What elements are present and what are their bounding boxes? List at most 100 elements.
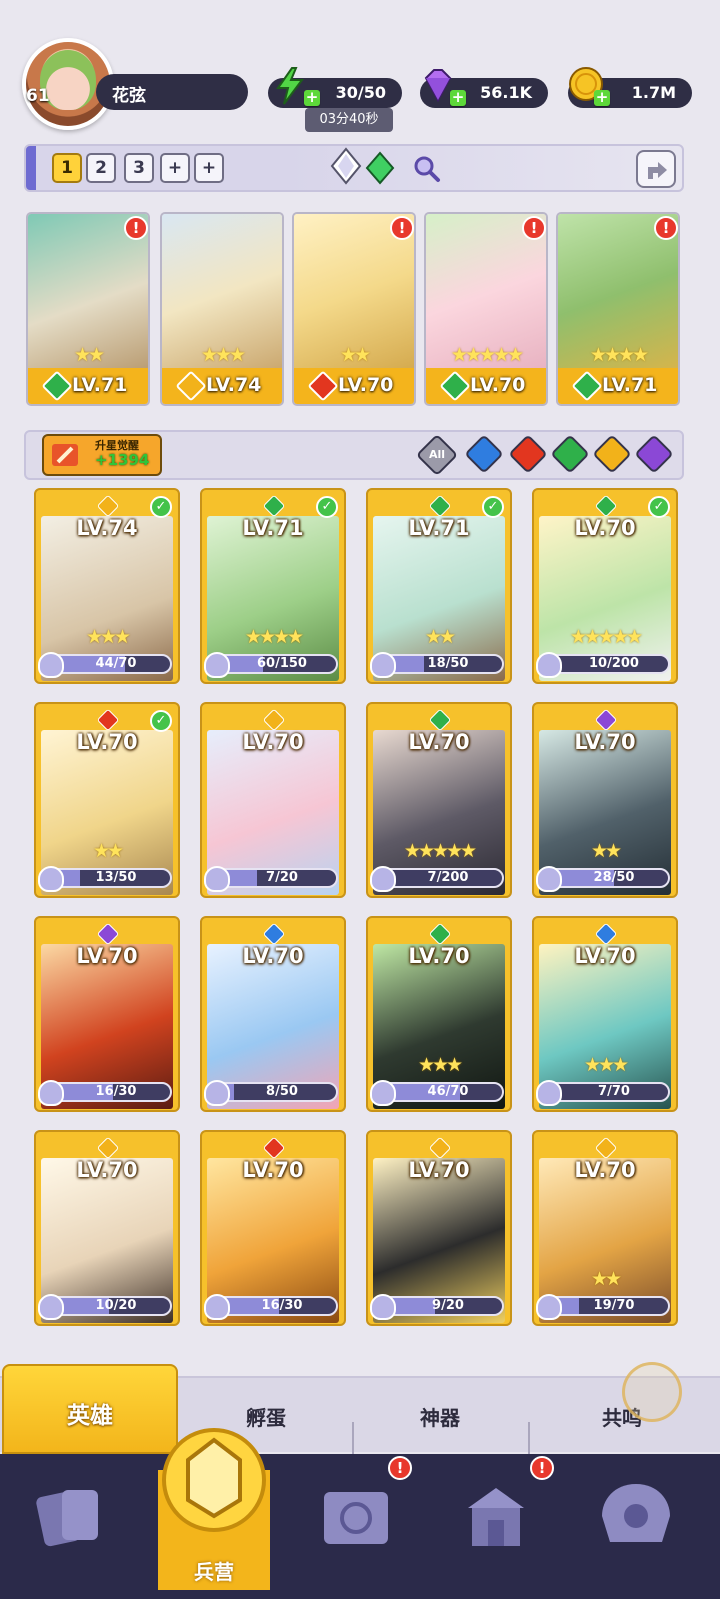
hero-stars: ★★★ — [417, 1054, 463, 1076]
hero-stars: ★★★★★ — [403, 840, 477, 862]
hero-shard-icon — [38, 652, 64, 678]
add-gems-button[interactable]: + — [450, 90, 466, 106]
team-slot-1[interactable]: 1 — [52, 153, 82, 183]
shard-progress-bar: 28/50 — [544, 868, 670, 888]
hero-shard-icon — [370, 652, 396, 678]
hero-shard-icon — [370, 1080, 396, 1106]
hero-card[interactable]: LV.70 ★★ 28/50 — [532, 702, 678, 898]
add-energy-button[interactable]: + — [304, 90, 320, 106]
hero-card[interactable]: LV.70 7/20 — [200, 702, 346, 898]
shard-progress-text: 7/70 — [598, 1084, 630, 1099]
hero-shard-icon — [536, 1080, 562, 1106]
fire-element-icon — [96, 708, 120, 732]
alert-badge: ! — [530, 1456, 554, 1480]
team-hero-card[interactable]: ★★★★ LV.71 — [556, 212, 680, 406]
shard-progress-bar: 9/20 — [378, 1296, 504, 1316]
shard-progress-text: 8/50 — [266, 1084, 298, 1099]
shard-progress-text: 10/200 — [589, 656, 639, 671]
hero-level: LV.74 — [76, 516, 138, 540]
shard-progress-bar: 13/50 — [46, 868, 172, 888]
hero-level: LV.70 — [76, 1158, 138, 1182]
nature-element-icon — [594, 494, 618, 518]
hero-shard-icon — [204, 866, 230, 892]
checkmark-icon: ✓ — [316, 496, 338, 518]
hero-card[interactable]: LV.70 ★★★ 46/70 — [366, 916, 512, 1112]
shard-progress-bar: 60/150 — [212, 654, 338, 674]
team-hero-card[interactable]: ★★★ LV.74 — [160, 212, 284, 406]
player-name[interactable]: 花弦 — [96, 74, 248, 110]
hero-stars: ★★ — [590, 1268, 622, 1290]
hero-card[interactable]: ✓ LV.74 ★★★ 44/70 — [34, 488, 180, 684]
shard-progress-text: 16/30 — [261, 1298, 303, 1313]
add-gold-button[interactable]: + — [594, 90, 610, 106]
team-slot-2[interactable]: 2 — [86, 153, 116, 183]
checkmark-icon: ✓ — [150, 710, 172, 732]
hero-level: LV.70 — [76, 944, 138, 968]
team-slot-add-1[interactable]: + — [160, 153, 190, 183]
light-element-icon — [594, 1136, 618, 1160]
floating-assist-button[interactable] — [622, 1362, 682, 1422]
gold-value: 1.7M — [631, 83, 676, 102]
shard-progress-text: 9/20 — [432, 1298, 464, 1313]
shard-progress-bar: 7/200 — [378, 868, 504, 888]
hero-card[interactable]: ✓ LV.71 ★★★★ 60/150 — [200, 488, 346, 684]
dark-element-icon — [594, 708, 618, 732]
shard-progress-text: 44/70 — [95, 656, 137, 671]
shard-progress-text: 10/20 — [95, 1298, 137, 1313]
energy-timer: 03分40秒 — [305, 108, 393, 132]
hero-card[interactable]: ✓ LV.70 ★★★★★ 10/200 — [532, 488, 678, 684]
team-slot-add-2[interactable]: + — [194, 153, 224, 183]
light-element-icon — [428, 1136, 452, 1160]
emerald-icon[interactable] — [362, 150, 398, 186]
hero-shard-icon — [38, 1294, 64, 1320]
shard-progress-bar: 18/50 — [378, 654, 504, 674]
hero-card[interactable]: LV.70 16/30 — [200, 1130, 346, 1326]
light-element-icon — [96, 1136, 120, 1160]
checkmark-icon: ✓ — [648, 496, 670, 518]
team-slot-3[interactable]: 3 — [124, 153, 154, 183]
hero-card[interactable]: ✓ LV.70 ★★ 13/50 — [34, 702, 180, 898]
hero-level: LV.70 — [408, 944, 470, 968]
sword-icon — [52, 444, 78, 466]
hero-card[interactable]: LV.70 16/30 — [34, 916, 180, 1112]
nav-barracks-label: 兵营 — [194, 1560, 234, 1584]
cards-icon[interactable] — [30, 1476, 110, 1556]
hero-stars: ★★★ — [583, 1054, 629, 1076]
team-hero-card[interactable]: ★★★★★ LV.70 — [424, 212, 548, 406]
hero-card[interactable]: LV.70 ★★★★★ 7/200 — [366, 702, 512, 898]
team-hero-card[interactable]: ★★ LV.71 — [26, 212, 150, 406]
hero-level: LV.70 — [242, 944, 304, 968]
shard-progress-bar: 16/30 — [46, 1082, 172, 1102]
map-icon[interactable] — [316, 1476, 396, 1556]
alert-badge: ! — [654, 216, 678, 240]
alert-badge: ! — [390, 216, 414, 240]
shard-progress-text: 13/50 — [95, 870, 137, 885]
light-element-icon — [262, 708, 286, 732]
hero-shard-icon — [536, 1294, 562, 1320]
shard-progress-bar: 46/70 — [378, 1082, 504, 1102]
shop-icon[interactable] — [456, 1476, 536, 1556]
guild-icon[interactable] — [596, 1476, 676, 1556]
hero-level: LV.70 — [76, 730, 138, 754]
hero-level: LV.71 — [242, 516, 304, 540]
player-level: 61 — [26, 86, 50, 106]
hero-stars: ★★ — [590, 840, 622, 862]
shard-progress-bar: 16/30 — [212, 1296, 338, 1316]
team-hero-card[interactable]: ★★ LV.70 — [292, 212, 416, 406]
tab-artifacts[interactable]: 神器 — [380, 1402, 500, 1431]
hero-stars: ★★★★ — [244, 626, 304, 648]
hero-card[interactable]: LV.70 ★★ 19/70 — [532, 1130, 678, 1326]
hero-card[interactable]: LV.70 10/20 — [34, 1130, 180, 1326]
hero-level: LV.70 — [574, 516, 636, 540]
shard-progress-text: 46/70 — [427, 1084, 469, 1099]
hero-card[interactable]: ✓ LV.71 ★★ 18/50 — [366, 488, 512, 684]
share-button[interactable] — [636, 150, 676, 188]
hero-card[interactable]: LV.70 8/50 — [200, 916, 346, 1112]
hero-card[interactable]: LV.70 ★★★ 7/70 — [532, 916, 678, 1112]
crystal-icon[interactable] — [326, 146, 366, 186]
hero-stars: ★★ — [73, 344, 105, 366]
share-icon — [648, 162, 667, 179]
search-icon[interactable] — [412, 154, 442, 184]
hero-card[interactable]: LV.70 9/20 — [366, 1130, 512, 1326]
hero-level: LV.70 — [242, 1158, 304, 1182]
